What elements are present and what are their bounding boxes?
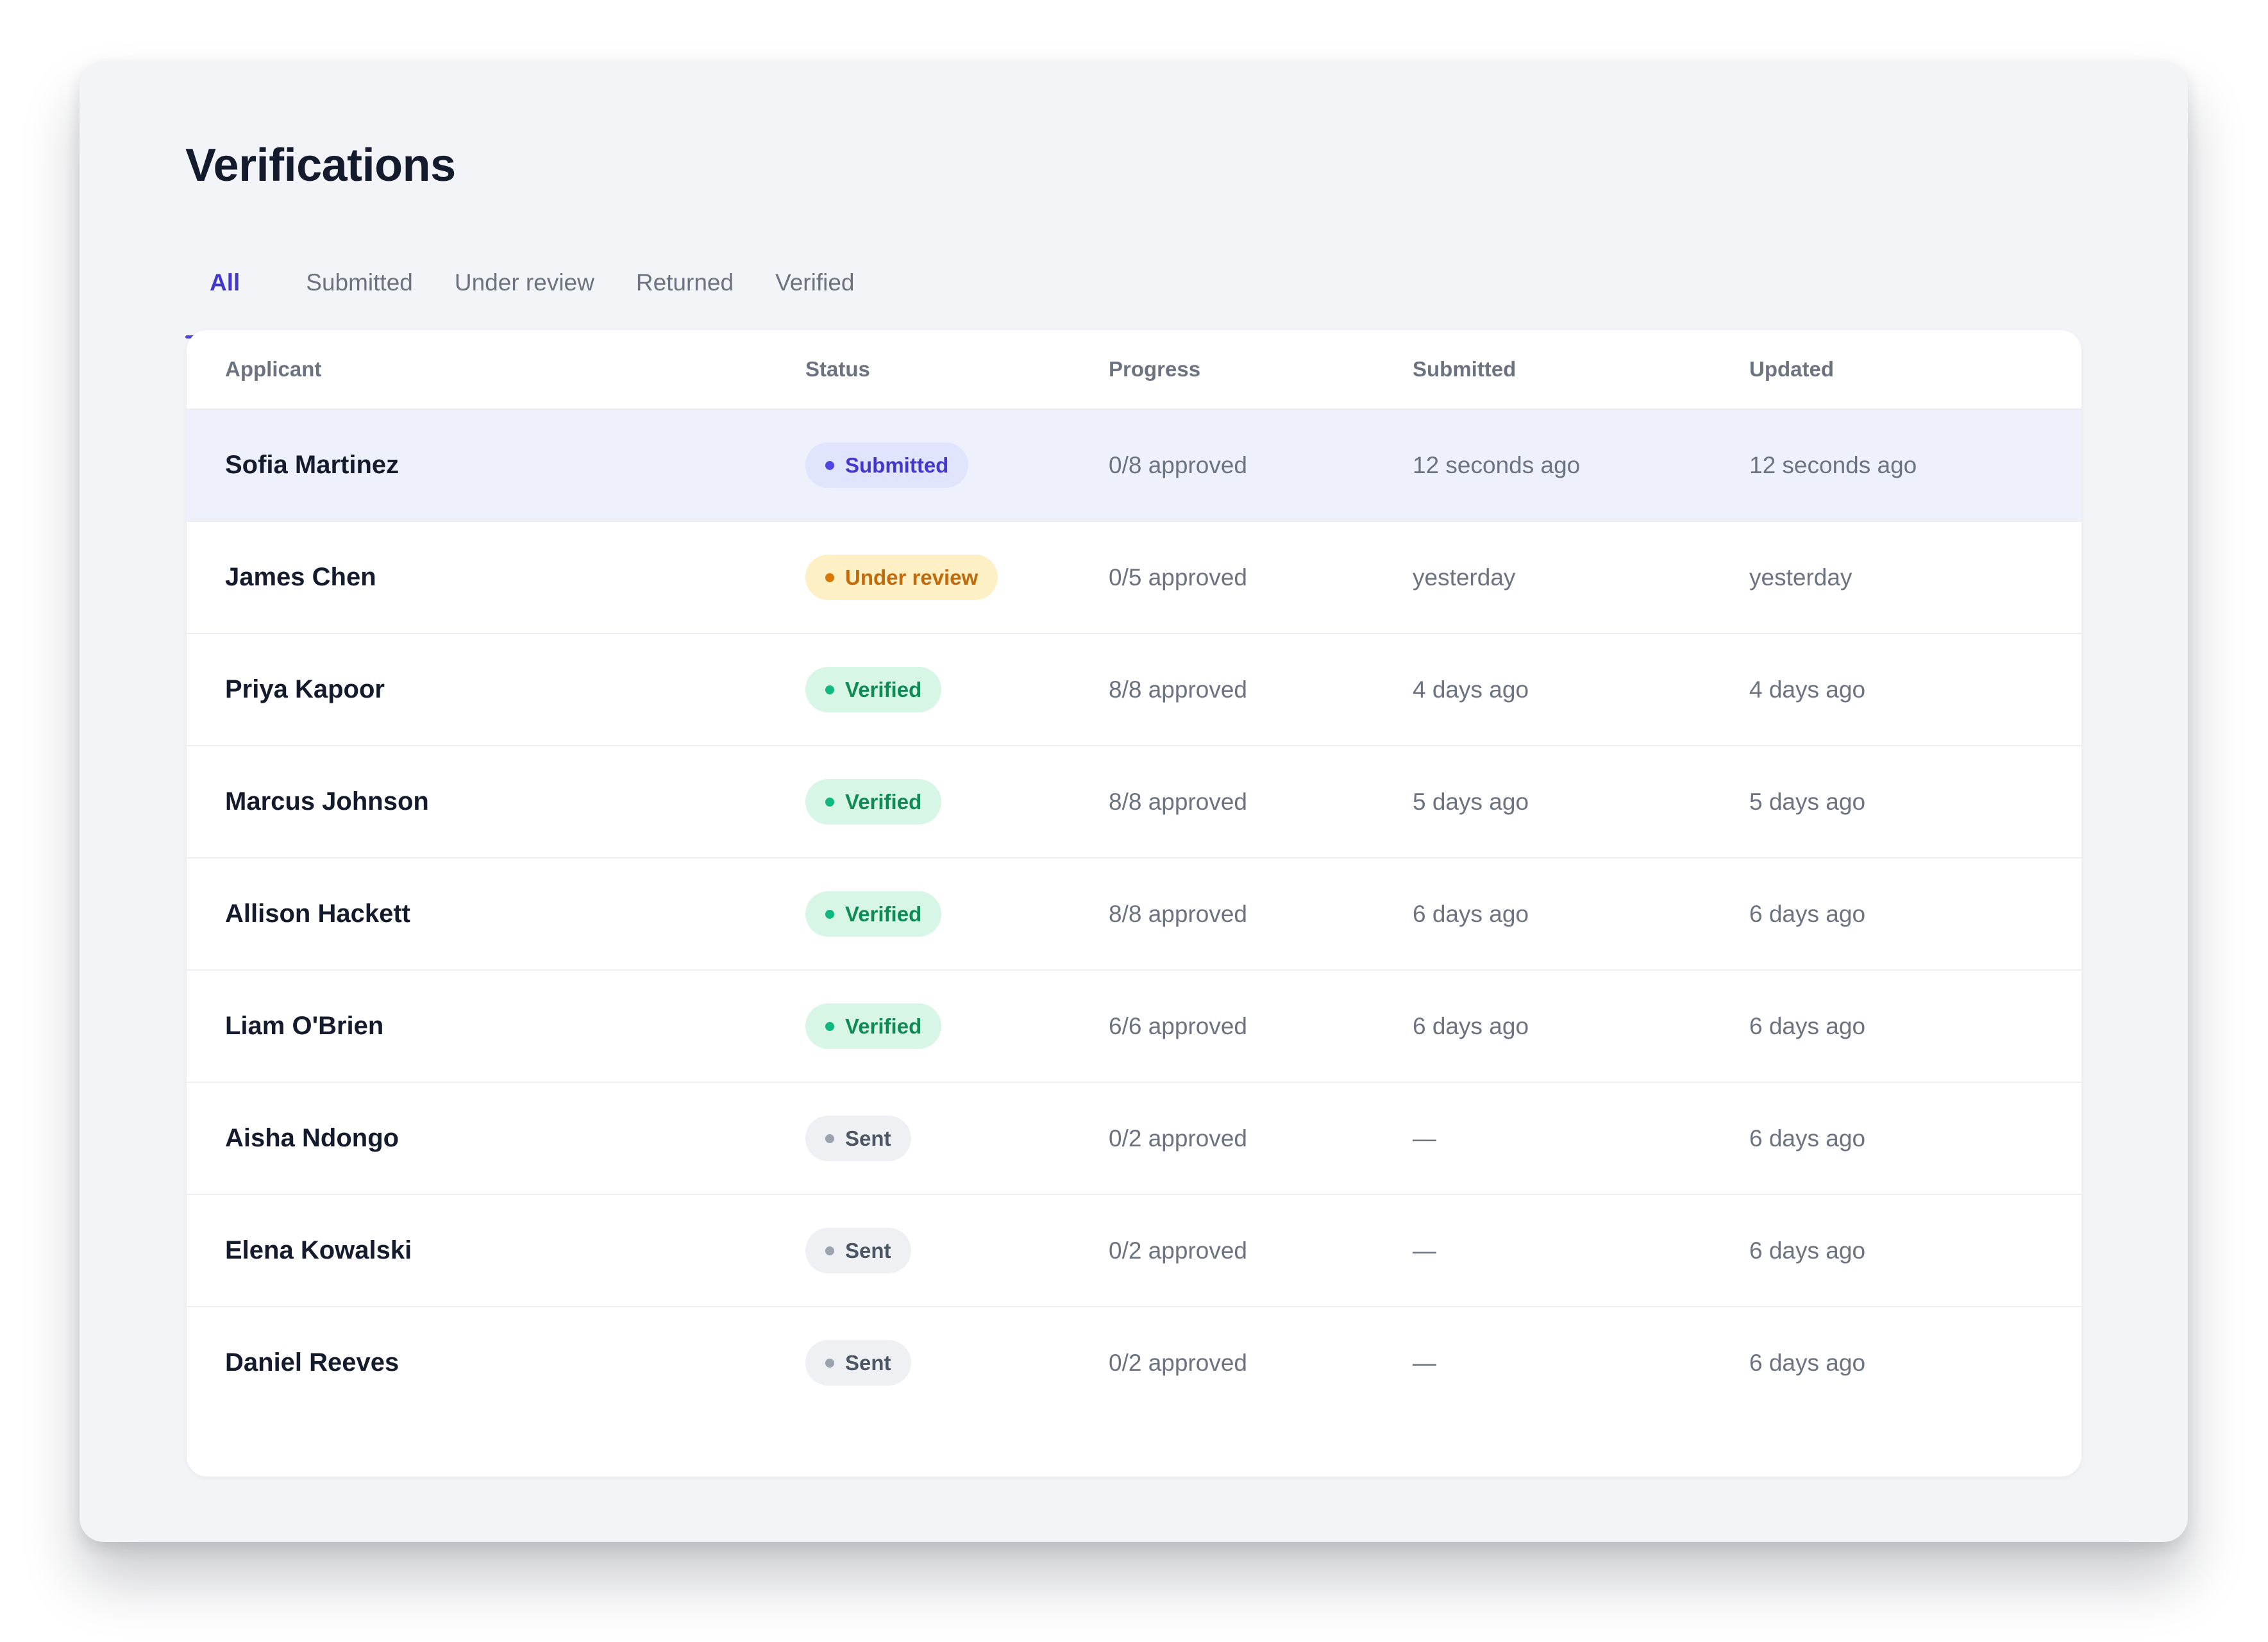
applicant-name[interactable]: Marcus Johnson (225, 787, 429, 816)
column-header-updated: Updated (1749, 357, 1834, 381)
status-badge: Sent (805, 1340, 911, 1386)
progress-text: 8/8 approved (1109, 676, 1248, 703)
updated-time: 5 days ago (1749, 788, 1866, 815)
progress-text: 6/6 approved (1109, 1012, 1248, 1039)
status-badge: Verified (805, 779, 942, 825)
table-body: Sofia Martinez Submitted 0/8 approved 12… (187, 408, 2081, 1418)
status-dot-icon (825, 685, 834, 694)
tab-verified[interactable]: Verified (775, 265, 854, 339)
page-title: Verifications (185, 140, 456, 191)
updated-time: 6 days ago (1749, 1125, 1866, 1152)
applicant-name[interactable]: Allison Hackett (225, 900, 410, 928)
status-label: Verified (845, 901, 922, 926)
submitted-time: 4 days ago (1413, 676, 1529, 703)
status-badge: Sent (805, 1228, 911, 1273)
table-header: Applicant Status Progress Submitted Upda… (187, 330, 2081, 408)
table-row[interactable]: Aisha Ndongo Sent 0/2 approved — 6 days … (187, 1082, 2081, 1194)
submitted-time: 5 days ago (1413, 788, 1529, 815)
tab-returned[interactable]: Returned (636, 265, 734, 339)
status-label: Submitted (845, 453, 949, 477)
status-badge: Verified (805, 1003, 942, 1049)
app-window: Verifications All Submitted Under review… (80, 61, 2188, 1542)
column-header-status: Status (805, 357, 870, 381)
table-row[interactable]: James Chen Under review 0/5 approved yes… (187, 521, 2081, 633)
applicant-name[interactable]: Sofia Martinez (225, 451, 399, 480)
status-label: Sent (845, 1126, 891, 1150)
status-dot-icon (825, 573, 834, 582)
submitted-time: — (1413, 1125, 1436, 1152)
progress-text: 0/2 approved (1109, 1349, 1248, 1376)
status-badge: Submitted (805, 442, 969, 488)
status-dot-icon (825, 1246, 834, 1255)
tab-under-review[interactable]: Under review (455, 265, 594, 339)
submitted-time: — (1413, 1349, 1436, 1376)
verifications-table: Applicant Status Progress Submitted Upda… (187, 330, 2081, 1477)
applicant-name[interactable]: Elena Kowalski (225, 1236, 412, 1265)
progress-text: 0/2 approved (1109, 1125, 1248, 1152)
applicant-name[interactable]: Daniel Reeves (225, 1348, 399, 1377)
column-header-submitted: Submitted (1413, 357, 1516, 381)
status-dot-icon (825, 1358, 834, 1368)
status-label: Verified (845, 677, 922, 701)
column-header-applicant: Applicant (225, 357, 322, 381)
applicant-name[interactable]: Priya Kapoor (225, 675, 385, 704)
status-badge: Verified (805, 667, 942, 712)
status-label: Under review (845, 565, 979, 589)
status-dot-icon (825, 909, 834, 919)
status-dot-icon (825, 1134, 834, 1143)
applicant-name[interactable]: Liam O'Brien (225, 1012, 383, 1041)
tab-all[interactable]: All (185, 265, 265, 339)
updated-time: 6 days ago (1749, 1237, 1866, 1264)
column-header-progress: Progress (1109, 357, 1201, 381)
submitted-time: 6 days ago (1413, 1012, 1529, 1039)
submitted-time: yesterday (1413, 564, 1516, 591)
tab-submitted[interactable]: Submitted (306, 265, 413, 339)
table-row[interactable]: Allison Hackett Verified 8/8 approved 6 … (187, 857, 2081, 969)
status-dot-icon (825, 1021, 834, 1031)
progress-text: 0/5 approved (1109, 564, 1248, 591)
applicant-name[interactable]: Aisha Ndongo (225, 1124, 399, 1153)
table-row[interactable]: Priya Kapoor Verified 8/8 approved 4 day… (187, 633, 2081, 745)
status-badge: Sent (805, 1116, 911, 1161)
updated-time: yesterday (1749, 564, 1852, 591)
status-dot-icon (825, 797, 834, 807)
tab-bar: All Submitted Under review Returned Veri… (185, 265, 896, 339)
updated-time: 6 days ago (1749, 900, 1866, 927)
submitted-time: 6 days ago (1413, 900, 1529, 927)
status-label: Sent (845, 1350, 891, 1375)
table-row[interactable]: Elena Kowalski Sent 0/2 approved — 6 day… (187, 1194, 2081, 1306)
status-badge: Under review (805, 555, 998, 600)
submitted-time: — (1413, 1237, 1436, 1264)
updated-time: 4 days ago (1749, 676, 1866, 703)
updated-time: 6 days ago (1749, 1012, 1866, 1039)
status-label: Verified (845, 789, 922, 814)
progress-text: 0/2 approved (1109, 1237, 1248, 1264)
status-dot-icon (825, 460, 834, 470)
updated-time: 12 seconds ago (1749, 451, 1917, 478)
updated-time: 6 days ago (1749, 1349, 1866, 1376)
status-label: Sent (845, 1238, 891, 1262)
table-row[interactable]: Daniel Reeves Sent 0/2 approved — 6 days… (187, 1306, 2081, 1418)
table-row[interactable]: Sofia Martinez Submitted 0/8 approved 12… (187, 408, 2081, 521)
table-row[interactable]: Marcus Johnson Verified 8/8 approved 5 d… (187, 745, 2081, 857)
submitted-time: 12 seconds ago (1413, 451, 1581, 478)
table-row[interactable]: Liam O'Brien Verified 6/6 approved 6 day… (187, 969, 2081, 1082)
applicant-name[interactable]: James Chen (225, 563, 376, 592)
progress-text: 8/8 approved (1109, 788, 1248, 815)
status-badge: Verified (805, 891, 942, 937)
progress-text: 0/8 approved (1109, 451, 1248, 478)
status-label: Verified (845, 1014, 922, 1038)
progress-text: 8/8 approved (1109, 900, 1248, 927)
